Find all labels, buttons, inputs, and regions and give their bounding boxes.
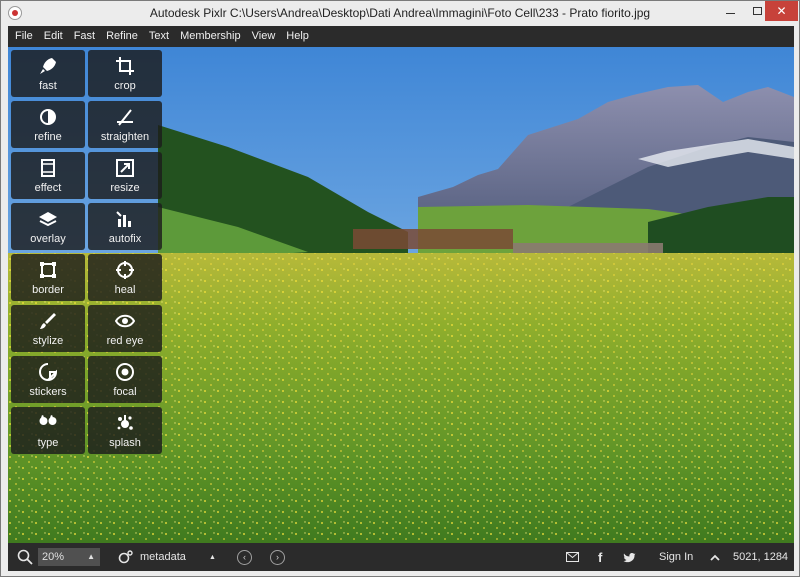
tool-border-button[interactable]: border [11,254,85,301]
autofix-icon [116,211,131,227]
chevron-up-icon[interactable] [710,543,720,571]
film-icon [41,159,55,177]
splash-icon [117,415,133,430]
eye-icon [115,314,135,328]
sign-in-link[interactable]: Sign In [659,543,693,571]
tool-label: heal [114,284,136,296]
menu-file[interactable]: File [15,26,33,47]
menu-help[interactable]: Help [286,26,309,47]
minimize-button[interactable] [717,1,744,21]
minimize-icon [726,12,735,14]
refine-icon [40,109,56,125]
border-icon [40,262,56,278]
chevron-right-icon: › [270,549,285,565]
tool-label: stylize [32,335,64,347]
tool-heal-button[interactable]: heal [88,254,162,301]
tool-stylize-button[interactable]: stylize [11,305,85,352]
next-button[interactable]: › [270,543,285,571]
image-dimensions: 5021, 1284 [733,551,789,563]
tool-label: border [32,284,64,296]
title-bar: Autodesk Pixlr C:\Users\Andrea\Desktop\D… [1,1,799,26]
resize-icon [116,159,134,177]
tool-label: focal [113,386,137,398]
chevron-left-icon: ‹ [237,549,252,565]
zoom-select[interactable]: 20% ▲ [38,548,100,566]
tool-type-button[interactable]: type [11,407,85,454]
twitter-icon[interactable] [623,543,636,571]
previous-button[interactable]: ‹ [237,543,252,571]
tool-effect-button[interactable]: effect [11,152,85,199]
tool-label: stickers [29,386,67,398]
facebook-icon[interactable]: f [598,543,602,571]
tool-overlay-button[interactable]: overlay [11,203,85,250]
tool-refine-button[interactable]: refine [11,101,85,148]
status-bar: 20% ▲ metadata ▲ ‹ › f Sign In 5021, 128… [8,543,794,571]
metadata-label[interactable]: metadata [140,543,186,571]
tool-resize-button[interactable]: resize [88,152,162,199]
close-icon: ✕ [776,4,787,18]
tool-label: fast [39,80,57,92]
tool-label: crop [114,80,136,92]
brush-icon [40,313,56,329]
tool-label: autofix [108,233,142,245]
tool-label: red eye [106,335,144,347]
zoom-search-icon[interactable] [17,543,33,571]
tool-straighten-button[interactable]: straighten [88,101,162,148]
maximize-icon [753,7,762,15]
quote-icon [39,415,57,425]
metadata-icon[interactable] [118,543,134,571]
menu-edit[interactable]: Edit [44,26,63,47]
tool-fast-button[interactable]: fast [11,50,85,97]
crop-icon [116,57,134,75]
menu-text[interactable]: Text [149,26,169,47]
menu-refine[interactable]: Refine [106,26,138,47]
metadata-toggle-icon[interactable]: ▲ [209,543,216,571]
window-title: Autodesk Pixlr C:\Users\Andrea\Desktop\D… [149,6,651,20]
tool-red-eye-button[interactable]: red eye [88,305,162,352]
tool-label: effect [34,182,62,194]
tool-label: type [37,437,59,449]
focal-icon [116,363,134,381]
tool-focal-button[interactable]: focal [88,356,162,403]
tool-stickers-button[interactable]: stickers [11,356,85,403]
layers-icon [39,212,57,227]
tool-crop-button[interactable]: crop [88,50,162,97]
sticker-icon [39,363,58,381]
zoom-value: 20% [42,551,65,563]
menu-view[interactable]: View [252,26,276,47]
close-button[interactable]: ✕ [765,1,798,21]
tool-label: resize [110,182,140,194]
rocket-icon [40,58,56,74]
app-window: Autodesk Pixlr C:\Users\Andrea\Desktop\D… [0,0,800,577]
straighten-icon [117,109,133,126]
tool-label: overlay [30,233,66,245]
menu-membership[interactable]: Membership [180,26,241,47]
tool-splash-button[interactable]: splash [88,407,162,454]
tool-label: straighten [100,131,150,143]
chevron-up-icon: ▲ [87,552,95,561]
menu-bar: File Edit Fast Refine Text Membership Vi… [8,26,794,47]
menu-fast[interactable]: Fast [74,26,95,47]
tool-label: splash [109,437,141,449]
tool-autofix-button[interactable]: autofix [88,203,162,250]
heal-icon [116,261,134,279]
tool-label: refine [34,131,62,143]
email-icon[interactable] [566,543,579,571]
